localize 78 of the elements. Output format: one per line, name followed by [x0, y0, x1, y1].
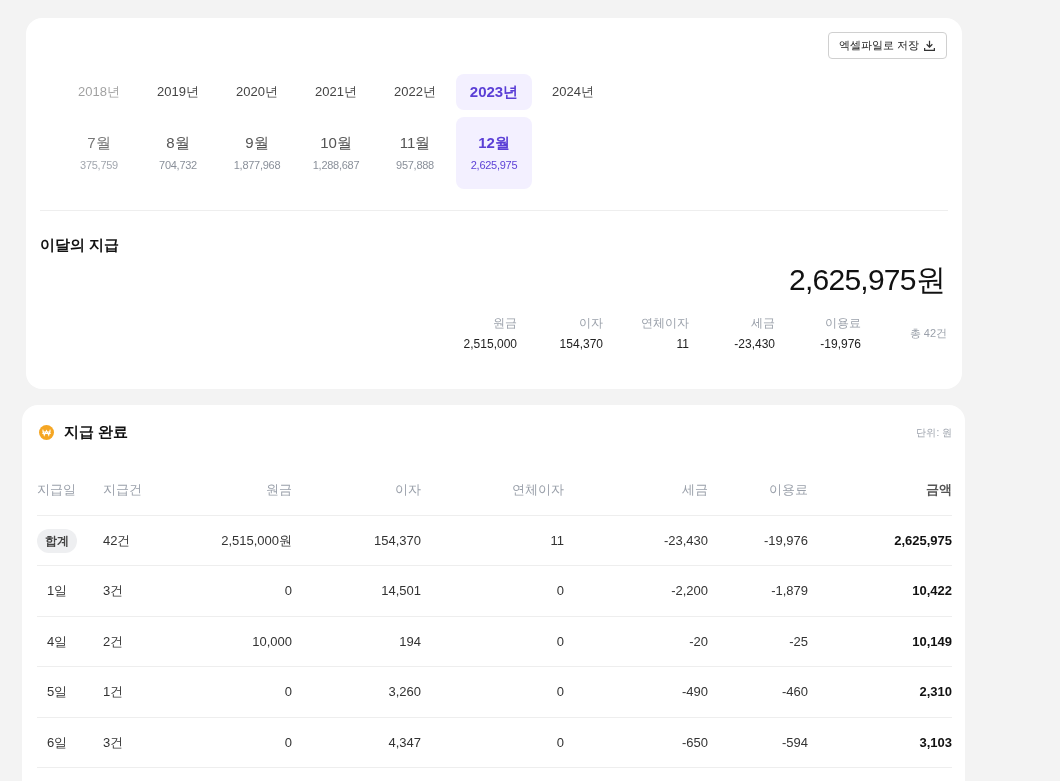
- year-tab[interactable]: 2020년: [219, 74, 295, 110]
- year-tab[interactable]: 2022년: [377, 74, 453, 110]
- column-header: 지급건: [103, 481, 143, 500]
- table-cell-text: 2,310: [918, 683, 952, 701]
- total-badge: 합계: [37, 528, 77, 553]
- breakdown-value: 2,515,000: [463, 335, 517, 353]
- breakdown-label: 원금: [493, 314, 517, 332]
- table-cell-text: 3건: [103, 733, 125, 752]
- breakdown-value: -23,430: [734, 335, 775, 353]
- table-cell-text: -594: [780, 733, 808, 752]
- month-tab[interactable]: 7월 375,759: [61, 117, 137, 189]
- breakdown-value: -19,976: [820, 335, 861, 353]
- table-cell-text: -460: [780, 683, 808, 701]
- table-cell-text: -19,976: [762, 531, 808, 550]
- column-header: 연체이자: [511, 481, 564, 500]
- year-tab[interactable]: 2019년: [140, 74, 216, 110]
- table-cell-text: 1건: [103, 683, 125, 701]
- table-cell-text: -25: [788, 632, 808, 651]
- breakdown-value: 154,370: [559, 335, 603, 353]
- breakdown-label: 이자: [579, 314, 603, 332]
- table-cell-text: 0: [555, 683, 564, 701]
- table-cell-text: 6일: [46, 733, 69, 752]
- monthly-total: 2,625,975원: [789, 261, 945, 298]
- table-cell-text: 0: [283, 582, 292, 600]
- table-cell-text: 4일: [46, 632, 69, 651]
- section-title: 이달의 지급: [40, 235, 121, 255]
- table-cell-text: 0: [555, 632, 564, 651]
- month-tab[interactable]: 12월 2,625,975: [456, 117, 532, 189]
- unit-label: 단위: 원: [916, 425, 952, 440]
- table-cell-text: 0: [283, 683, 292, 701]
- table-cell-text: 14,501: [380, 582, 421, 600]
- table-cell-text: 4,347: [387, 733, 421, 752]
- table-cell-text: 3,260: [387, 683, 421, 701]
- table-cell-text: 2,515,000원: [220, 531, 292, 550]
- table-cell-text: 0: [555, 733, 564, 752]
- table-cell-text: 2건: [103, 632, 125, 651]
- year-tab[interactable]: 2024년: [535, 74, 611, 110]
- table-cell-text: -650: [680, 733, 708, 752]
- table-cell-text: -1,879: [770, 582, 808, 600]
- export-button[interactable]: 엑셀파일로 저장: [827, 32, 947, 59]
- table-cell-text: 2,625,975: [893, 531, 952, 550]
- table-cell-text: 42건: [103, 531, 132, 550]
- column-header: 이자: [394, 481, 421, 500]
- table-cell-text: -20: [688, 632, 708, 651]
- total-count: 총 42건: [909, 325, 947, 341]
- table-cell-text: 0: [555, 582, 564, 600]
- column-header: 세금: [681, 481, 708, 500]
- table-cell-text: -490: [680, 683, 708, 701]
- table-cell-text: 10,422: [911, 582, 952, 600]
- table-cell-text: 10,149: [911, 632, 952, 651]
- table-cell-text: -2,200: [670, 582, 708, 600]
- column-header: 지급일: [37, 481, 77, 500]
- year-tab[interactable]: 2023년: [456, 74, 532, 110]
- month-tab[interactable]: 10월 1,288,687: [298, 117, 374, 189]
- breakdown-label: 세금: [751, 314, 775, 332]
- breakdown-label: 이용료: [825, 314, 861, 332]
- download-icon: [923, 39, 936, 52]
- year-tab[interactable]: 2021년: [298, 74, 374, 110]
- column-header: 금액: [925, 481, 952, 500]
- column-header: 원금: [265, 481, 292, 500]
- breakdown-value: 11: [676, 335, 689, 353]
- month-tab[interactable]: 8월 704,732: [140, 117, 216, 189]
- section-title: 지급 완료: [64, 422, 129, 442]
- table-cell-text: 194: [398, 632, 421, 651]
- table-cell-text: 154,370: [373, 531, 421, 550]
- table-cell-text: 1일: [46, 582, 69, 600]
- table-cell-text: 0: [283, 733, 292, 752]
- month-tab[interactable]: 9월 1,877,968: [219, 117, 295, 189]
- table-cell-text: 3,103: [918, 733, 952, 752]
- won-coin-icon: [39, 424, 54, 440]
- table-cell-text: 10,000: [251, 632, 292, 651]
- table-cell-text: 5일: [46, 683, 69, 701]
- table-cell-text: -23,430: [662, 531, 708, 550]
- breakdown-label: 연체이자: [641, 314, 689, 332]
- table-cell-text: 11: [549, 531, 564, 550]
- month-tab[interactable]: 11월 957,888: [377, 117, 453, 189]
- column-header: 이용료: [768, 481, 808, 500]
- table-cell-text: 3건: [103, 582, 125, 600]
